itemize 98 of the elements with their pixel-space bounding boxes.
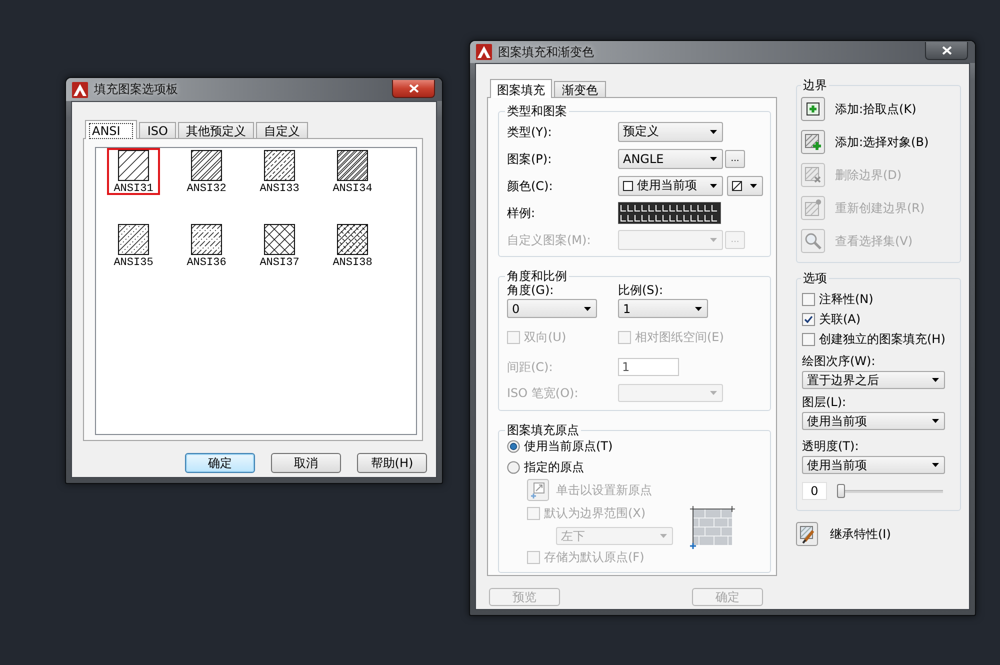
window-title: 填充图案选项板 <box>94 81 178 98</box>
radio-label[interactable]: 使用当前原点(T) <box>524 439 613 453</box>
caret-icon <box>710 391 717 395</box>
window-title: 图案填充和渐变色 <box>498 44 594 60</box>
tab[interactable]: 图案填充 <box>490 79 552 98</box>
radio-button[interactable] <box>507 460 520 474</box>
checkbox-label[interactable]: 关联(A) <box>819 312 861 326</box>
no-fill-swatch-icon <box>732 180 742 190</box>
tab[interactable]: ANSI <box>85 120 138 139</box>
slider-thumb[interactable] <box>837 484 845 498</box>
field-label: 绘图次序(W): <box>802 354 876 368</box>
paired-diagonal-hatch-icon <box>191 150 222 181</box>
dense-diagonal-hatch-icon <box>337 150 368 181</box>
caret-icon <box>710 156 717 160</box>
field-label: 自定义图案(M): <box>507 232 592 246</box>
close-button[interactable] <box>392 80 435 98</box>
app-logo-icon <box>476 44 492 60</box>
inherit-properties-button[interactable]: 继承特性(I) <box>796 522 891 546</box>
field-label: 角度(G): <box>507 283 554 297</box>
group-title: 选项 <box>802 271 828 285</box>
close-icon <box>408 84 418 93</box>
dotted-diagonal-hatch-icon <box>118 224 149 255</box>
group-title: 类型和图案 <box>506 104 568 118</box>
dense-crosshatch-icon <box>337 224 368 255</box>
browse-button[interactable]: ... <box>725 150 745 168</box>
dropdown[interactable]: 1 <box>618 299 708 318</box>
caret-icon <box>660 534 667 538</box>
caret-icon <box>710 238 717 242</box>
caret-icon <box>710 184 717 188</box>
color-dropdown[interactable]: 使用当前项 <box>618 176 723 196</box>
dropdown[interactable]: ANGLE <box>618 148 723 168</box>
dropdown[interactable]: 0 <box>507 299 597 318</box>
boundary-button[interactable]: 添加:选择对象(B) <box>801 130 929 154</box>
dash-dot-hatch-icon <box>191 224 222 255</box>
tab[interactable]: 自定义 <box>256 122 308 138</box>
pointer-square-icon <box>527 479 549 501</box>
dialog-button[interactable]: 确定 <box>185 453 255 473</box>
field-label: 样例: <box>507 206 536 220</box>
pattern-item[interactable]: ANSI33 <box>253 148 306 195</box>
app-logo-icon <box>72 82 88 98</box>
pattern-item[interactable]: ANSI37 <box>253 222 306 269</box>
radio-label[interactable]: 指定的原点 <box>524 460 584 474</box>
dropdown[interactable]: 预定义 <box>618 122 723 142</box>
close-icon <box>942 46 952 55</box>
checkbox[interactable] <box>802 312 815 326</box>
transparency-slider[interactable] <box>837 483 943 499</box>
color-swatch-icon <box>623 180 633 190</box>
boundary-button[interactable]: 添加:拾取点(K) <box>801 97 916 121</box>
pattern-item[interactable]: ANSI31 <box>107 148 160 195</box>
caret-icon <box>932 419 939 423</box>
radio-button[interactable] <box>507 440 520 452</box>
caret-icon <box>932 378 939 382</box>
dropdown[interactable]: 使用当前项 <box>802 412 945 430</box>
caret-icon <box>750 184 757 188</box>
field-label: 比例(S): <box>618 283 664 297</box>
hatch-plus-icon <box>801 130 825 154</box>
caret-icon <box>932 463 939 467</box>
field-label: 颜色(C): <box>507 178 554 192</box>
group-title: 角度和比例 <box>506 269 568 283</box>
field-label: ISO 笔宽(O): <box>507 386 580 400</box>
pattern-item[interactable]: ANSI34 <box>326 148 379 195</box>
checkbox-label[interactable]: 创建独立的图案填充(H) <box>819 332 946 346</box>
tab[interactable]: 渐变色 <box>554 81 606 97</box>
dialog-button[interactable]: 取消 <box>271 453 341 473</box>
caret-icon <box>710 130 717 134</box>
dropdown[interactable]: 使用当前项 <box>802 456 945 474</box>
group-title: 图案填充原点 <box>506 423 580 437</box>
checkbox[interactable] <box>802 292 815 306</box>
background-color-dropdown[interactable] <box>727 176 763 196</box>
brush-icon <box>796 522 818 546</box>
brick-pattern-icon <box>690 506 735 549</box>
caret-icon <box>695 306 702 310</box>
field-label: 透明度(T): <box>802 439 860 453</box>
field-label: 类型(Y): <box>507 124 553 138</box>
pattern-item[interactable]: ANSI35 <box>107 222 160 269</box>
group-title: 边界 <box>802 78 828 92</box>
tab[interactable]: 其他预定义 <box>178 122 254 138</box>
dashed-diagonal-hatch-icon <box>264 150 295 181</box>
dialog-button[interactable]: 帮助(H) <box>357 453 427 473</box>
tab[interactable]: ISO <box>139 122 176 138</box>
close-button[interactable] <box>925 42 968 60</box>
field-label: 间距(C): <box>507 360 554 374</box>
pattern-item[interactable]: ANSI32 <box>180 148 233 195</box>
transparency-input[interactable]: 0 <box>802 482 827 500</box>
dropdown[interactable]: 置于边界之后 <box>802 371 945 389</box>
crosshatch-icon <box>264 224 295 255</box>
pattern-item[interactable]: ANSI36 <box>180 222 233 269</box>
checkbox[interactable] <box>802 332 815 346</box>
hatch-cross-icon <box>801 163 825 187</box>
search-icon <box>801 229 825 253</box>
pattern-item[interactable]: ANSI38 <box>326 222 379 269</box>
diagonal-hatch-icon <box>118 150 149 181</box>
checkbox-label[interactable]: 注释性(N) <box>819 292 874 306</box>
field-label: 图案(P): <box>507 152 553 166</box>
hatch-swatch-icon[interactable] <box>618 202 721 224</box>
plus-square-icon <box>801 97 825 121</box>
field-label: 图层(L): <box>802 395 848 409</box>
caret-icon <box>584 306 591 310</box>
